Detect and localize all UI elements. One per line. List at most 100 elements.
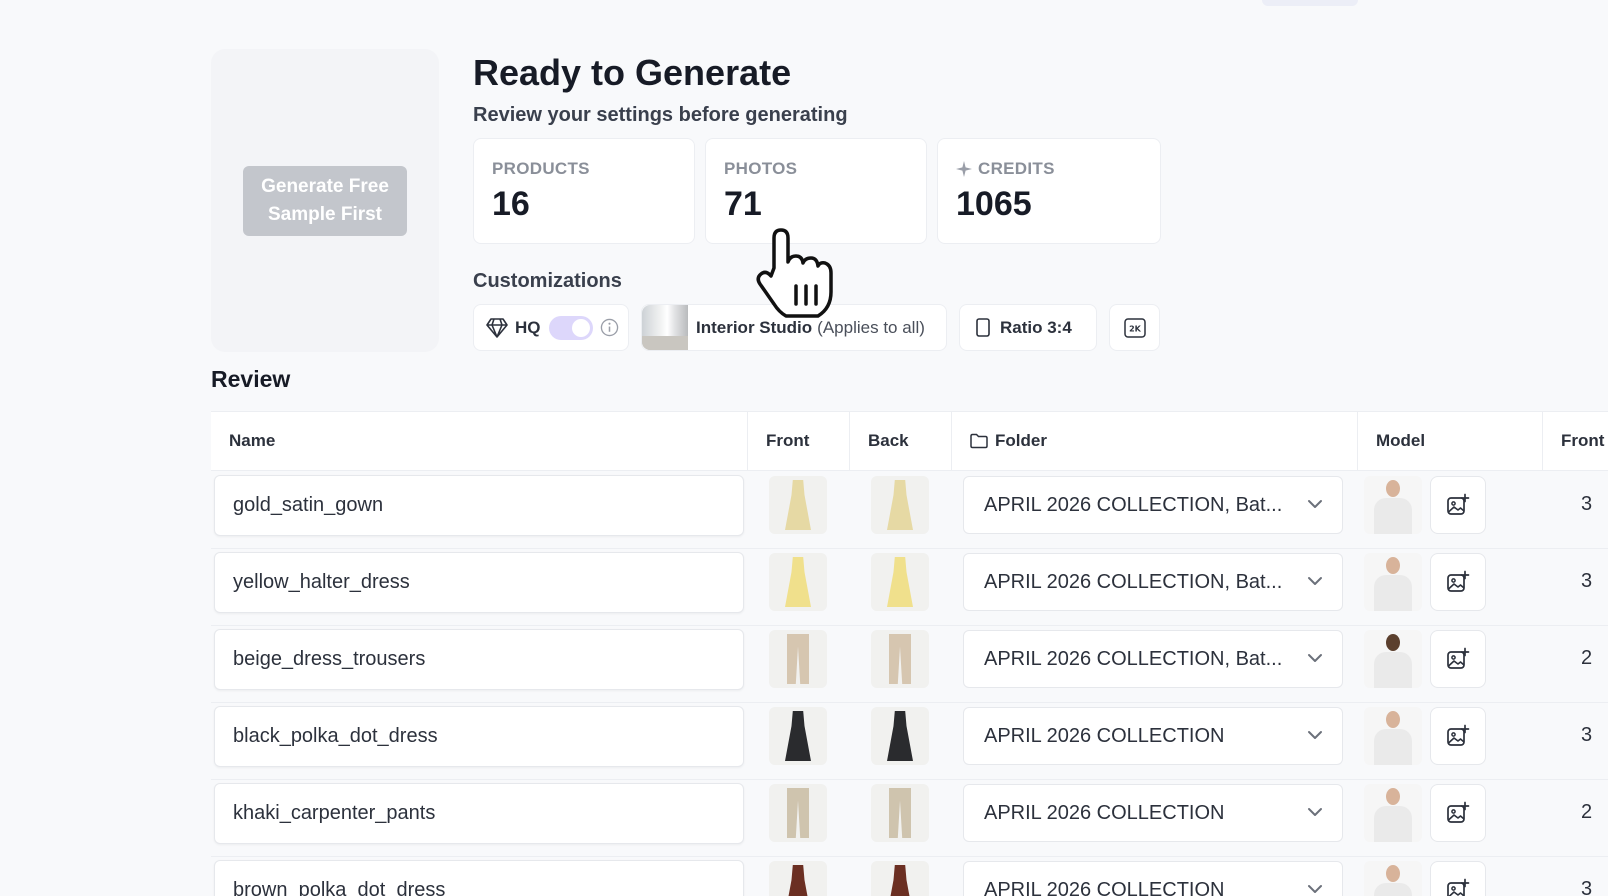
add-image-button[interactable] [1430,476,1486,534]
page-subtitle: Review your settings before generating [473,104,848,126]
folder-select[interactable]: APRIL 2026 COLLECTION, Bat... [963,630,1343,688]
background-name: Interior Studio [696,317,813,337]
hq-toggle[interactable] [548,315,593,340]
product-name-field[interactable]: yellow_halter_dress [214,552,744,613]
model-thumbnail[interactable] [1364,630,1422,688]
ratio-selector[interactable]: Ratio 3:4 [959,304,1097,351]
front-count: 3 [1581,570,1593,592]
front-count: 3 [1581,878,1593,896]
background-note: (Applies to all) [817,317,925,337]
table-row: yellow_halter_dress APRIL 2026 COLLECTION… [211,549,1608,626]
stat-photos-label: PHOTOS [724,159,798,178]
product-name: black_polka_dot_dress [233,725,438,747]
info-icon[interactable] [600,318,619,337]
product-name-field[interactable]: black_polka_dot_dress [214,706,744,767]
product-name-field[interactable]: khaki_carpenter_pants [214,783,744,844]
product-name: yellow_halter_dress [233,571,410,593]
hq-chip: HQ [473,304,629,351]
image-add-icon [1447,724,1470,746]
back-image[interactable] [871,861,929,896]
col-folder[interactable]: Folder [952,412,1358,470]
folder-select[interactable]: APRIL 2026 COLLECTION [963,784,1343,842]
back-image[interactable] [871,630,929,688]
stat-credits-value: 1065 [956,185,1032,223]
front-image[interactable] [769,553,827,611]
add-image-button[interactable] [1430,553,1486,611]
model-thumbnail[interactable] [1364,784,1422,842]
stat-credits: CREDITS 1065 [937,138,1161,244]
folder-value: APRIL 2026 COLLECTION, Bat... [984,493,1283,516]
image-add-icon [1447,570,1470,592]
product-name: brown_polka_dot_dress [233,879,446,896]
add-image-button[interactable] [1430,630,1486,688]
chevron-down-icon [1308,577,1322,585]
chevron-down-icon [1308,885,1322,893]
col-front[interactable]: Front [748,412,850,470]
product-name-field[interactable]: brown_polka_dot_dress [214,860,744,896]
folder-value: APRIL 2026 COLLECTION [984,724,1225,747]
back-image[interactable] [871,553,929,611]
sparkle-icon [956,161,972,177]
add-image-button[interactable] [1430,784,1486,842]
hand-pointer-cursor-icon [756,228,833,318]
back-image[interactable] [871,784,929,842]
model-thumbnail[interactable] [1364,476,1422,534]
col-model[interactable]: Model [1358,412,1543,470]
front-count: 3 [1581,493,1593,515]
col-front-count[interactable]: Front [1543,412,1608,470]
folder-select[interactable]: APRIL 2026 COLLECTION [963,707,1343,765]
add-image-button[interactable] [1430,861,1486,896]
front-count: 2 [1581,647,1593,669]
product-name-field[interactable]: gold_satin_gown [214,475,744,536]
table-row: beige_dress_trousers APRIL 2026 COLLECTIO… [211,626,1608,703]
table-row: khaki_carpenter_pants APRIL 2026 COLLECTI… [211,780,1608,857]
folder-select[interactable]: APRIL 2026 COLLECTION [963,861,1343,896]
front-image[interactable] [769,476,827,534]
resolution-2k-icon: 2K [1123,317,1146,338]
front-image[interactable] [769,707,827,765]
stat-products-value: 16 [492,185,530,223]
front-count: 2 [1581,801,1593,823]
col-name[interactable]: Name [211,412,748,470]
model-thumbnail[interactable] [1364,861,1422,896]
col-folder-label: Folder [995,431,1047,450]
back-image[interactable] [871,707,929,765]
image-add-icon [1447,647,1470,669]
model-thumbnail[interactable] [1364,553,1422,611]
product-name-field[interactable]: beige_dress_trousers [214,629,744,690]
folder-icon [970,433,988,449]
generate-free-sample-button[interactable]: Generate Free Sample First [243,166,407,236]
interior-studio-thumbnail [642,305,688,350]
image-add-icon [1447,878,1470,896]
folder-select[interactable]: APRIL 2026 COLLECTION, Bat... [963,476,1343,534]
page-title: Ready to Generate [473,52,792,93]
add-image-button[interactable] [1430,707,1486,765]
chevron-down-icon [1308,731,1322,739]
customizations-title: Customizations [473,270,622,292]
review-table-header: Name Front Back Folder Model Front [211,411,1608,471]
front-image[interactable] [769,784,827,842]
back-image[interactable] [871,476,929,534]
folder-value: APRIL 2026 COLLECTION [984,878,1225,896]
chevron-down-icon [1308,654,1322,662]
folder-value: APRIL 2026 COLLECTION [984,801,1225,824]
table-row: black_polka_dot_dress APRIL 2026 COLLECTI… [211,703,1608,780]
product-name: khaki_carpenter_pants [233,802,436,824]
resolution-label: 2K [1129,324,1142,333]
front-image[interactable] [769,861,827,896]
review-title: Review [211,366,291,392]
diamond-icon [486,317,508,338]
front-count: 3 [1581,724,1593,746]
chevron-down-icon [1308,500,1322,508]
table-row: gold_satin_gown APRIL 2026 COLLECTION, Ba… [211,472,1608,549]
stat-credits-label: CREDITS [978,159,1055,178]
folder-select[interactable]: APRIL 2026 COLLECTION, Bat... [963,553,1343,611]
stat-photos-value: 71 [724,185,762,223]
col-back[interactable]: Back [850,412,952,470]
ratio-icon [976,318,990,337]
stat-products: PRODUCTS 16 [473,138,695,244]
hq-label: HQ [515,317,541,337]
resolution-button[interactable]: 2K [1109,304,1160,351]
model-thumbnail[interactable] [1364,707,1422,765]
front-image[interactable] [769,630,827,688]
